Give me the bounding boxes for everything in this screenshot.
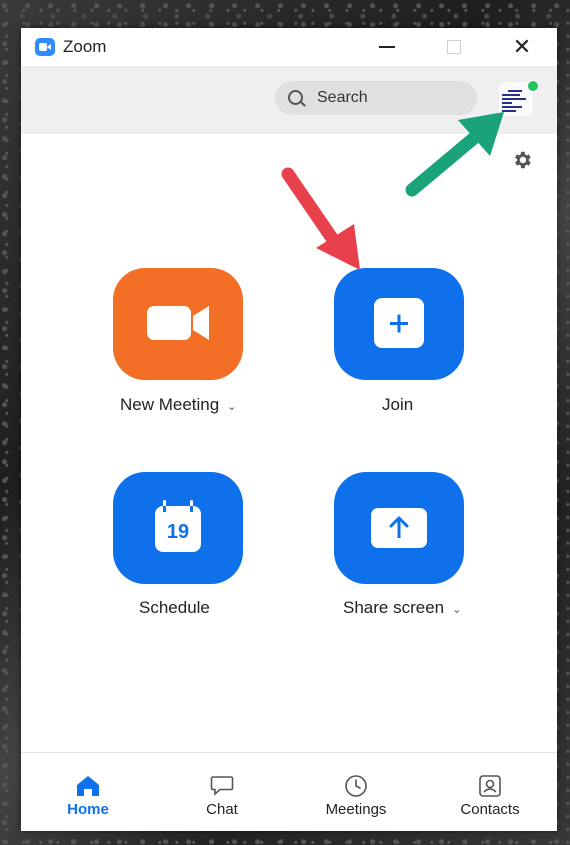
minimize-icon — [379, 46, 395, 48]
share-screen-label: Share screen — [343, 598, 445, 617]
nav-label-meetings: Meetings — [325, 801, 387, 818]
upload-arrow-icon — [371, 508, 427, 548]
home-icon — [77, 776, 99, 796]
nav-item-meetings[interactable]: Meetings — [289, 753, 423, 831]
plus-icon — [374, 298, 424, 348]
join-label: Join — [382, 395, 414, 414]
share-screen-label-row[interactable]: Share screen ⌄ — [343, 598, 461, 618]
bottom-navigation: Home Chat Meetings Contacts — [21, 752, 557, 831]
nav-item-home[interactable]: Home — [21, 753, 155, 831]
schedule-button[interactable]: 19 — [113, 472, 243, 584]
avatar-text-line — [502, 102, 512, 104]
chevron-down-icon[interactable]: ⌄ — [227, 401, 236, 413]
minimize-button[interactable] — [364, 28, 410, 66]
search-placeholder: Search — [317, 89, 368, 106]
avatar-text-line — [508, 90, 522, 92]
schedule-label: Schedule — [139, 598, 210, 617]
title-bar: Zoom ✕ — [21, 28, 557, 66]
nav-item-contacts[interactable]: Contacts — [423, 753, 557, 831]
new-meeting-label: New Meeting — [120, 395, 220, 414]
new-meeting-button[interactable] — [113, 268, 243, 380]
calendar-day-number: 19 — [166, 521, 190, 543]
video-camera-icon — [147, 306, 209, 340]
gear-icon[interactable] — [511, 149, 533, 171]
nav-item-chat[interactable]: Chat — [155, 753, 289, 831]
green-annotation-arrow — [405, 112, 504, 197]
new-meeting-label-row[interactable]: New Meeting ⌄ — [120, 395, 236, 415]
chat-bubble-icon — [210, 776, 234, 796]
maximize-button[interactable] — [431, 28, 477, 66]
maximize-icon — [447, 40, 461, 54]
red-annotation-arrow — [281, 167, 360, 270]
close-icon: ✕ — [512, 34, 532, 59]
avatar-text-line — [502, 94, 520, 96]
close-button[interactable]: ✕ — [499, 28, 545, 66]
join-button[interactable] — [334, 268, 464, 380]
share-screen-button[interactable] — [334, 472, 464, 584]
clock-icon — [345, 775, 367, 797]
zoom-logo-icon — [35, 38, 55, 56]
nav-label-contacts: Contacts — [460, 801, 520, 818]
chevron-down-icon[interactable]: ⌄ — [452, 604, 461, 616]
search-icon — [288, 90, 303, 105]
online-status-badge — [527, 80, 539, 92]
contact-card-icon — [479, 775, 501, 797]
avatar-text-line — [502, 98, 526, 100]
nav-label-chat: Chat — [206, 801, 238, 818]
nav-label-home: Home — [67, 801, 109, 818]
app-title: Zoom — [63, 37, 107, 56]
